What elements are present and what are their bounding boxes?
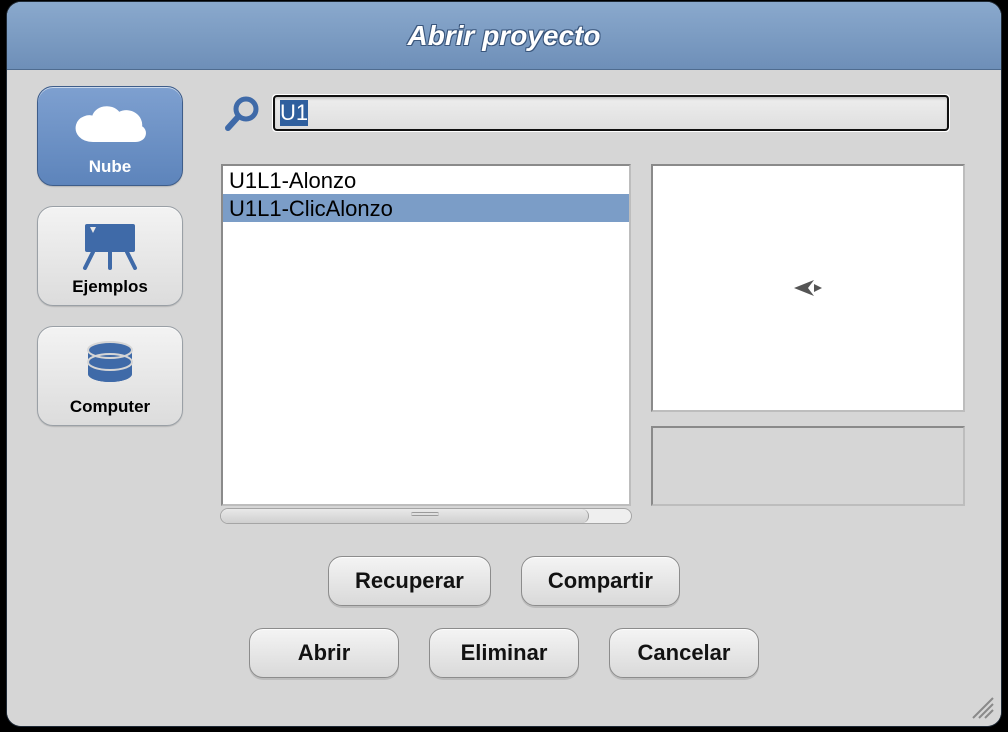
search-icon bbox=[221, 94, 265, 132]
tab-cloud[interactable]: Nube bbox=[37, 86, 183, 186]
cancel-button[interactable]: Cancelar bbox=[609, 628, 759, 678]
open-project-dialog: Abrir proyecto Nube bbox=[7, 2, 1001, 726]
titlebar: Abrir proyecto bbox=[7, 2, 1001, 70]
dialog-body: Nube Ejemplos bbox=[7, 70, 1001, 726]
description-pane bbox=[651, 426, 965, 506]
disk-icon bbox=[83, 337, 137, 393]
list-item[interactable]: U1L1-ClicAlonzo bbox=[223, 194, 629, 222]
tab-label: Computer bbox=[70, 397, 150, 417]
source-tabs: Nube Ejemplos bbox=[37, 86, 183, 426]
list-item[interactable]: U1L1-Alonzo bbox=[223, 166, 629, 194]
list-scrollbar[interactable] bbox=[220, 508, 632, 524]
tab-label: Nube bbox=[89, 157, 132, 177]
resize-grip[interactable] bbox=[967, 692, 995, 720]
dialog-title: Abrir proyecto bbox=[408, 20, 601, 52]
cloud-icon bbox=[71, 97, 149, 153]
project-list[interactable]: U1L1-Alonzo U1L1-ClicAlonzo bbox=[221, 164, 631, 506]
scrollbar-thumb[interactable] bbox=[221, 509, 589, 523]
delete-button[interactable]: Eliminar bbox=[429, 628, 579, 678]
search-input[interactable] bbox=[273, 95, 949, 131]
sprite-icon bbox=[794, 280, 822, 296]
tab-examples[interactable]: Ejemplos bbox=[37, 206, 183, 306]
button-row-1: Recuperar Compartir bbox=[7, 556, 1001, 606]
search-row bbox=[221, 92, 949, 134]
easel-icon bbox=[79, 217, 141, 273]
tab-computer[interactable]: Computer bbox=[37, 326, 183, 426]
open-button[interactable]: Abrir bbox=[249, 628, 399, 678]
share-button[interactable]: Compartir bbox=[521, 556, 680, 606]
button-row-2: Abrir Eliminar Cancelar bbox=[7, 628, 1001, 678]
preview-pane bbox=[651, 164, 965, 412]
tab-label: Ejemplos bbox=[72, 277, 148, 297]
recover-button[interactable]: Recuperar bbox=[328, 556, 491, 606]
